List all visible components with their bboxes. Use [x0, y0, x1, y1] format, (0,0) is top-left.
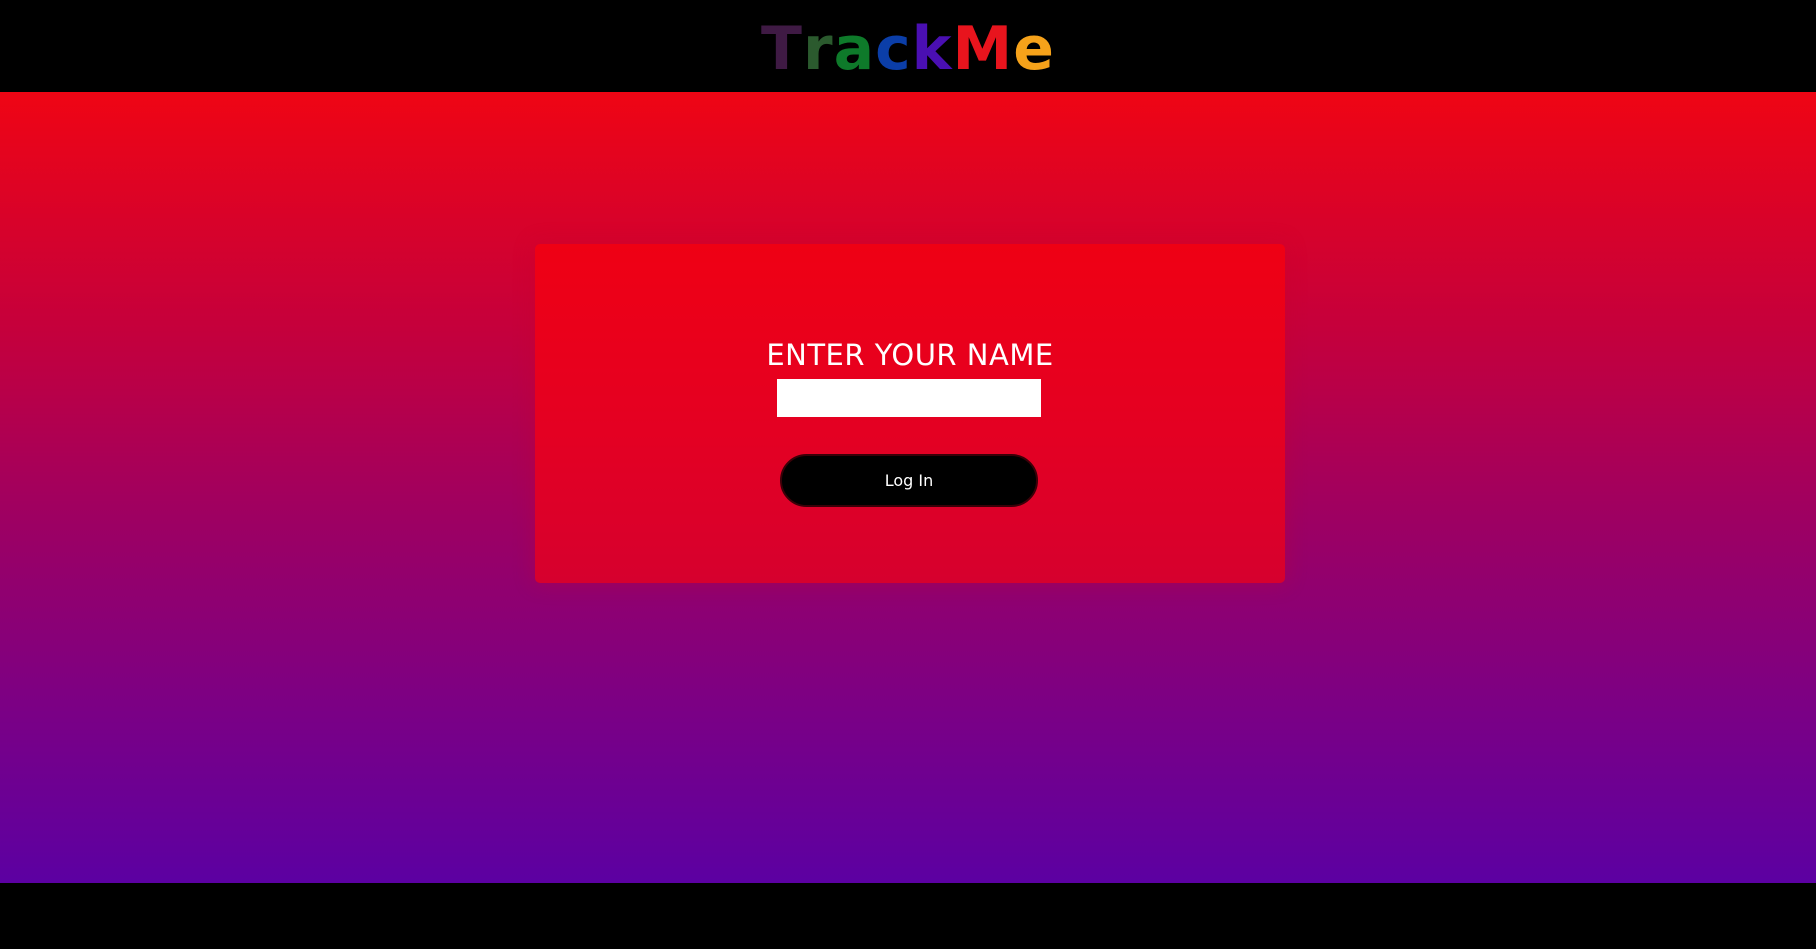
- logo-letter: c: [875, 14, 912, 84]
- main-background: ENTER YOUR NAME Log In: [0, 92, 1816, 883]
- login-title: ENTER YOUR NAME: [766, 338, 1054, 372]
- bottom-bar: [0, 883, 1816, 949]
- login-button[interactable]: Log In: [780, 454, 1038, 507]
- top-bar: TrackMe: [0, 0, 1816, 92]
- login-card: ENTER YOUR NAME Log In: [535, 244, 1285, 583]
- logo-letter: T: [761, 14, 803, 84]
- logo-letter: k: [911, 14, 953, 84]
- logo-letter: M: [952, 14, 1014, 84]
- logo-letter: r: [802, 14, 834, 84]
- logo-letter: a: [833, 14, 876, 84]
- app-logo[interactable]: TrackMe: [761, 19, 1055, 79]
- name-input[interactable]: [777, 379, 1041, 417]
- logo-letter: e: [1013, 14, 1055, 84]
